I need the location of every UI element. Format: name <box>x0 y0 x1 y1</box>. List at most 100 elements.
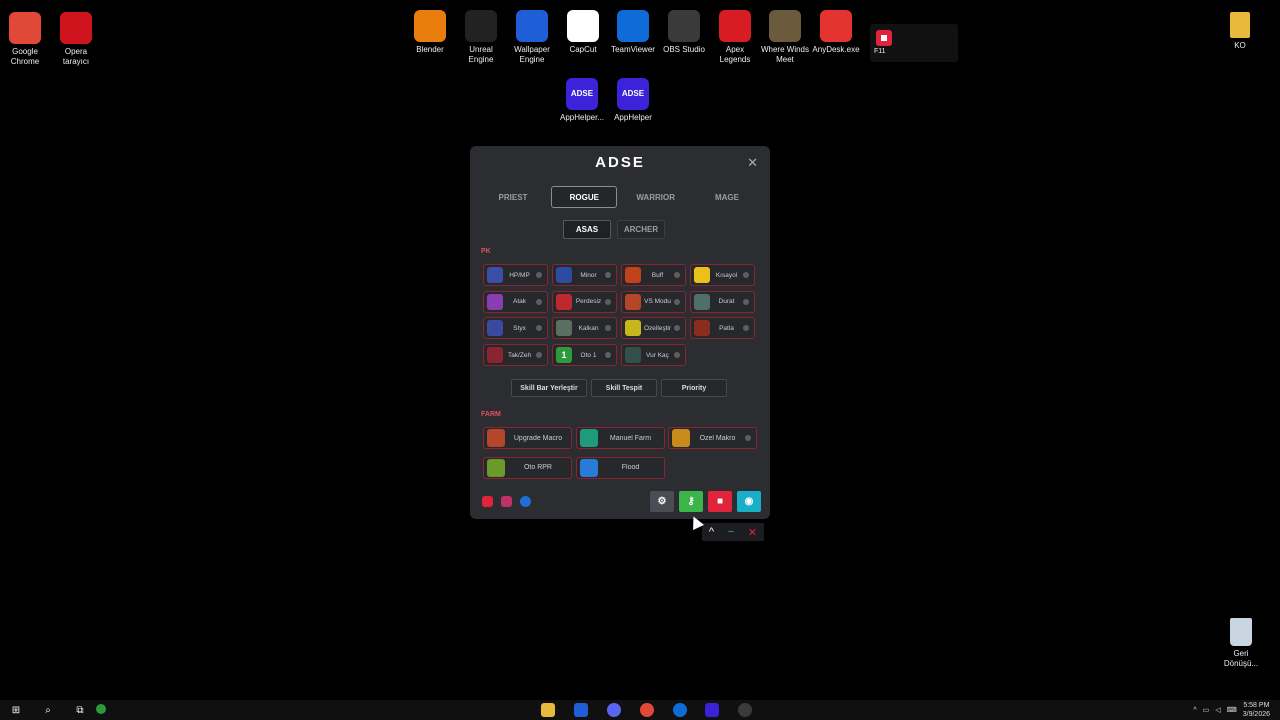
skill-label: Upgrade Macro <box>513 434 563 442</box>
adse-window: ADSE ✕ PRIEST ROGUE WARRIOR MAGE ASAS ARCHER… <box>470 146 770 519</box>
skill-label: Oto 1 <box>580 351 597 359</box>
speaker-icon[interactable]: ◁ <box>1215 706 1220 714</box>
desktop-icon[interactable]: CapCut <box>556 10 610 55</box>
system-tray: ^ ▭ ◁ ⌨ 5:58 PM 3/9/2026 <box>1193 701 1270 719</box>
app-title: ADSE <box>595 154 645 171</box>
desktop-icon[interactable]: Apex Legends <box>708 10 762 65</box>
file-explorer-icon[interactable] <box>541 703 555 717</box>
desktop-icon-label: AnyDesk.exe <box>812 45 860 54</box>
skill-toggle[interactable]: 1 Oto 1 <box>552 344 617 367</box>
f11-overlay[interactable]: F11 <box>870 24 958 62</box>
tab-mage[interactable]: MAGE <box>694 186 760 208</box>
desktop-icon-label: Opera tarayıcı <box>62 47 90 66</box>
skill-toggle[interactable]: Buff <box>621 264 686 286</box>
clock[interactable]: 5:58 PM 3/9/2026 <box>1243 701 1270 719</box>
scroll-icon <box>672 429 690 447</box>
tab-rogue[interactable]: ROGUE <box>551 186 618 208</box>
skill-toggle[interactable]: HP/MP <box>483 264 548 286</box>
desktop-icon[interactable]: Blender <box>403 10 457 55</box>
action-button[interactable]: Skill Tespit <box>591 379 657 397</box>
skill-toggle[interactable]: Kısayol <box>690 264 755 286</box>
desktop-icon[interactable]: Opera tarayıcı <box>49 12 103 67</box>
chevron-up-icon[interactable]: ^ <box>709 526 714 538</box>
chrome-taskbar-icon[interactable] <box>640 703 654 717</box>
skill-toggle[interactable]: Durat <box>690 290 755 313</box>
teamviewer-taskbar-icon[interactable] <box>673 703 687 717</box>
discord-icon[interactable] <box>607 703 621 717</box>
globe-icon[interactable] <box>520 496 531 507</box>
status-dot <box>536 325 542 332</box>
status-check-icon[interactable] <box>96 704 106 714</box>
windows-start-icon[interactable]: ⊞ <box>9 703 23 717</box>
skill-toggle[interactable]: Upgrade Macro <box>483 427 572 449</box>
subtab-archer[interactable]: ARCHER <box>617 220 665 239</box>
skill-toggle[interactable]: VS Modu <box>621 290 686 313</box>
action-button[interactable]: Skill Bar Yerleştir <box>511 379 587 397</box>
skill-toggle[interactable]: Minor <box>552 264 617 286</box>
desktop-icon[interactable]: Google Chrome <box>0 12 52 67</box>
oto-1-icon: 1 <box>556 347 572 364</box>
skill-toggle[interactable]: Atak <box>483 290 548 313</box>
skill-toggle[interactable]: Styx <box>483 317 548 340</box>
key-icon[interactable]: ⚷ <box>679 491 703 512</box>
skill-toggle[interactable]: Perdesiz <box>552 290 617 313</box>
skill-label: Perdesiz <box>575 298 602 306</box>
eye-icon[interactable]: ◉ <box>737 491 761 512</box>
skill-label: HP/MP <box>509 271 530 279</box>
obs-taskbar-icon[interactable] <box>738 703 752 717</box>
status-dot <box>674 272 680 278</box>
desktop-icon-label: Where Winds Meet <box>760 45 809 64</box>
close-icon[interactable]: ✕ <box>747 155 758 171</box>
obs-icon <box>668 10 700 42</box>
status-dot <box>743 298 749 305</box>
desktop-icon[interactable]: OBS Studio <box>657 10 711 55</box>
minimize-icon[interactable]: − <box>728 526 734 538</box>
mini-control-bar: ^ − ✕ <box>702 523 764 541</box>
desktop-icon-label: AppHelper... <box>559 113 605 122</box>
desktop-icon[interactable]: Wallpaper Engine <box>505 10 559 65</box>
desktop-icon-ko-folder[interactable]: KO <box>1213 12 1267 51</box>
skill-toggle[interactable]: Özelleştir <box>621 317 686 340</box>
desktop: Google Chrome Opera tarayıcı Blender Unrea… <box>0 0 1280 720</box>
refresh-icon <box>579 429 598 447</box>
status-dot <box>743 272 749 278</box>
task-view-icon[interactable]: ⧉ <box>73 703 87 717</box>
language-icon[interactable]: ⌨ <box>1227 706 1237 714</box>
skill-toggle[interactable]: Kalkan <box>552 317 617 340</box>
skill-toggle[interactable]: Özel Makro <box>668 427 757 449</box>
tab-warrior[interactable]: WARRIOR <box>623 186 689 208</box>
stop-icon[interactable]: ■ <box>708 491 732 512</box>
skill-toggle[interactable]: Tak/Zeh <box>483 344 548 367</box>
adse-taskbar-icon[interactable] <box>705 703 719 717</box>
chevron-up-icon[interactable]: ^ <box>1193 707 1196 714</box>
instagram-icon[interactable] <box>501 496 512 507</box>
skill-toggle[interactable]: Vur Kaç <box>621 344 686 367</box>
gear-icon[interactable]: ⚙ <box>650 491 674 512</box>
stop-icon <box>876 30 892 46</box>
network-icon[interactable]: ▭ <box>1203 706 1210 714</box>
desktop-icon-recycle-bin[interactable]: Geri Dönüşü... <box>1214 618 1268 669</box>
search-icon[interactable]: ⌕ <box>41 703 55 717</box>
desktop-icon[interactable]: AnyDesk.exe <box>809 10 863 55</box>
styx-icon <box>487 320 503 337</box>
capcut-icon <box>567 10 599 42</box>
action-button[interactable]: Priority <box>661 379 727 397</box>
keyboard-icon <box>625 320 641 337</box>
skill-toggle[interactable]: Manuel Farm <box>575 427 665 449</box>
skill-toggle[interactable]: Patla <box>690 317 755 340</box>
tab-priest[interactable]: PRIEST <box>480 186 546 208</box>
desktop-icon[interactable]: TeamViewer <box>606 10 660 55</box>
youtube-icon[interactable] <box>482 496 493 507</box>
desktop-icon[interactable]: Where Winds Meet <box>758 10 812 65</box>
skill-toggle[interactable]: Oto RPR <box>483 456 572 479</box>
desktop-icon-label: Apex Legends <box>719 45 751 64</box>
desktop-icon[interactable]: Unreal Engine <box>454 10 508 65</box>
skill-label: Tak/Zeh <box>507 351 532 359</box>
subtab-asas[interactable]: ASAS <box>563 220 611 239</box>
skill-toggle[interactable]: Flood <box>575 456 665 479</box>
wallpaper-engine-taskbar-icon[interactable] <box>574 703 588 717</box>
desktop-icon[interactable]: ADSE AppHelper <box>606 78 660 123</box>
desktop-icon[interactable]: ADSE AppHelper... <box>555 78 609 123</box>
close-icon[interactable]: ✕ <box>748 526 757 539</box>
social-links <box>482 496 531 507</box>
